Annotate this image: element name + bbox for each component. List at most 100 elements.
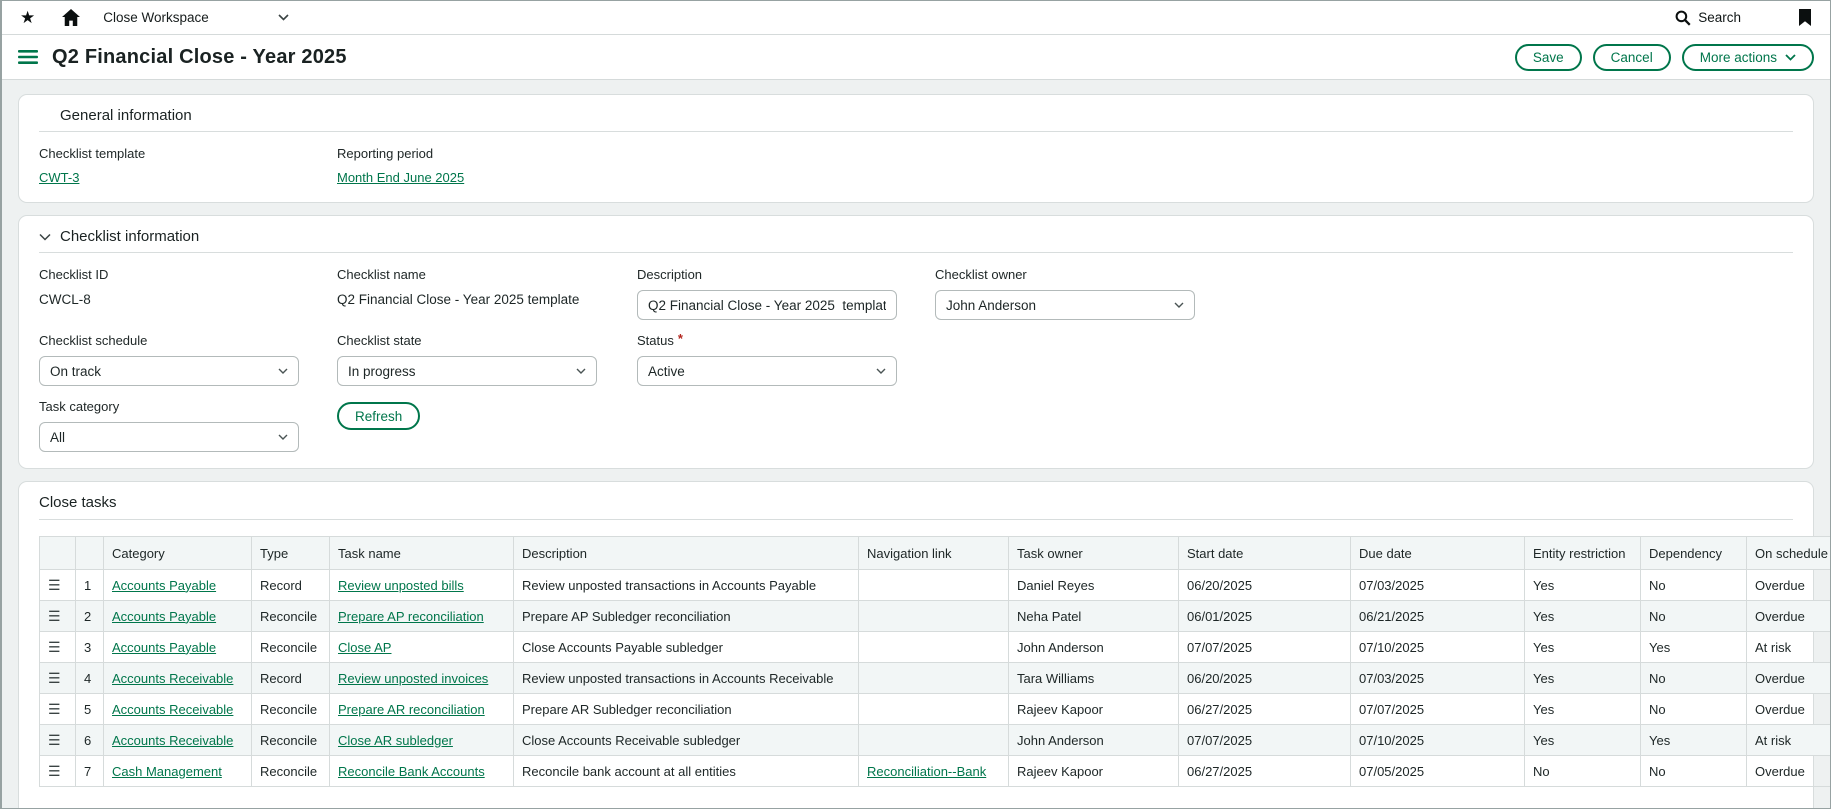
reporting-period-link[interactable]: Month End June 2025 (337, 170, 464, 185)
chevron-down-icon (1785, 54, 1796, 61)
checklist-schedule-value: On track (50, 364, 101, 379)
task-name-link[interactable]: Prepare AP reconciliation (338, 609, 484, 624)
row-number: 2 (76, 601, 104, 632)
workspace-selector[interactable]: Close Workspace (103, 10, 289, 25)
chevron-down-icon (278, 14, 289, 21)
checklist-state-value: In progress (348, 364, 416, 379)
entity-restriction-cell: Yes (1525, 725, 1641, 756)
due-date-cell: 07/07/2025 (1351, 694, 1525, 725)
category-link[interactable]: Accounts Payable (112, 640, 216, 655)
task-name-link[interactable]: Prepare AR reconciliation (338, 702, 485, 717)
description-cell: Prepare AR Subledger reconciliation (514, 694, 859, 725)
collapse-chevron-icon (39, 112, 51, 120)
column-header: Type (252, 537, 330, 570)
description-cell: Review unposted transactions in Accounts… (514, 570, 859, 601)
on-schedule-cell: Overdue (1747, 570, 1831, 601)
start-date-cell: 06/01/2025 (1179, 601, 1351, 632)
category-link[interactable]: Accounts Receivable (112, 671, 233, 686)
task-name-link[interactable]: Review unposted bills (338, 578, 464, 593)
task-name-link[interactable]: Reconcile Bank Accounts (338, 764, 485, 779)
on-schedule-cell: Overdue (1747, 694, 1831, 725)
dependency-cell: No (1641, 756, 1747, 787)
checklist-template-link[interactable]: CWT-3 (39, 170, 79, 185)
drag-handle-icon[interactable]: ☰ (48, 639, 61, 655)
type-cell: Record (252, 663, 330, 694)
drag-handle-icon[interactable]: ☰ (48, 670, 61, 686)
dependency-cell: No (1641, 570, 1747, 601)
due-date-cell: 06/21/2025 (1351, 601, 1525, 632)
column-header: Entity restriction (1525, 537, 1641, 570)
description-input[interactable] (637, 290, 897, 320)
task-name-link[interactable]: Close AR subledger (338, 733, 453, 748)
dependency-cell: Yes (1641, 725, 1747, 756)
home-icon[interactable] (62, 9, 80, 26)
column-header: Description (514, 537, 859, 570)
table-row: ☰ 2 Accounts Payable Reconcile Prepare A… (40, 601, 1831, 632)
task-category-select[interactable]: All (39, 422, 299, 452)
more-actions-button[interactable]: More actions (1682, 44, 1814, 71)
drag-handle-icon[interactable]: ☰ (48, 701, 61, 717)
task-category-value: All (50, 430, 65, 445)
task-owner-cell: John Anderson (1009, 725, 1179, 756)
status-label: Status* (637, 333, 935, 349)
drag-handle-icon[interactable]: ☰ (48, 763, 61, 779)
cancel-button[interactable]: Cancel (1593, 44, 1671, 71)
drag-handle-icon[interactable]: ☰ (48, 577, 61, 593)
favorites-star-icon[interactable]: ★ (20, 9, 35, 26)
task-name-link[interactable]: Review unposted invoices (338, 671, 488, 686)
task-category-field: Task category All (39, 399, 337, 452)
task-owner-cell: Rajeev Kapoor (1009, 756, 1179, 787)
column-header: On schedule (1747, 537, 1831, 570)
drag-handle-icon[interactable]: ☰ (48, 732, 61, 748)
chevron-down-icon (278, 434, 288, 440)
description-label: Description (637, 267, 935, 283)
checklist-id-field: Checklist ID CWCL-8 (39, 267, 337, 320)
checklist-information-form: Checklist ID CWCL-8 Checklist name Q2 Fi… (39, 267, 1793, 452)
entity-restriction-cell: Yes (1525, 601, 1641, 632)
entity-restriction-cell: Yes (1525, 570, 1641, 601)
category-link[interactable]: Accounts Payable (112, 578, 216, 593)
column-header: Due date (1351, 537, 1525, 570)
page-title-bar: Q2 Financial Close - Year 2025 Save Canc… (2, 35, 1830, 80)
checklist-schedule-select[interactable]: On track (39, 356, 299, 386)
row-number: 4 (76, 663, 104, 694)
checklist-state-select[interactable]: In progress (337, 356, 597, 386)
checklist-information-header[interactable]: Checklist information (39, 228, 1793, 253)
category-link[interactable]: Cash Management (112, 764, 222, 779)
on-schedule-cell: At risk (1747, 632, 1831, 663)
page-title: Q2 Financial Close - Year 2025 (52, 46, 347, 69)
row-number: 1 (76, 570, 104, 601)
type-cell: Reconcile (252, 632, 330, 663)
drag-handle-icon[interactable]: ☰ (48, 608, 61, 624)
category-link[interactable]: Accounts Receivable (112, 702, 233, 717)
save-button[interactable]: Save (1515, 44, 1582, 71)
task-owner-cell: Daniel Reyes (1009, 570, 1179, 601)
task-owner-cell: Rajeev Kapoor (1009, 694, 1179, 725)
navigation-link[interactable]: Reconciliation--Bank (867, 764, 986, 779)
type-cell: Record (252, 570, 330, 601)
category-link[interactable]: Accounts Payable (112, 609, 216, 624)
type-cell: Reconcile (252, 694, 330, 725)
status-select[interactable]: Active (637, 356, 897, 386)
chevron-down-icon (876, 368, 886, 374)
refresh-button[interactable]: Refresh (337, 402, 420, 430)
checklist-information-card: Checklist information Checklist ID CWCL-… (18, 215, 1814, 469)
required-asterisk: * (678, 331, 683, 346)
checklist-list-icon[interactable] (18, 49, 39, 65)
checklist-schedule-label: Checklist schedule (39, 333, 337, 349)
category-link[interactable]: Accounts Receivable (112, 733, 233, 748)
task-name-link[interactable]: Close AP (338, 640, 391, 655)
general-information-header[interactable]: General information (39, 107, 1793, 132)
number-column-header (76, 537, 104, 570)
checklist-owner-select[interactable]: John Anderson (935, 290, 1195, 320)
column-header: Start date (1179, 537, 1351, 570)
checklist-owner-label: Checklist owner (935, 267, 1793, 283)
checklist-id-value: CWCL-8 (39, 291, 337, 309)
bookmark-icon[interactable] (1798, 9, 1812, 26)
search-icon (1675, 10, 1691, 26)
checklist-owner-value: John Anderson (946, 298, 1036, 313)
reporting-period-label: Reporting period (337, 146, 637, 162)
row-number: 6 (76, 725, 104, 756)
search-control[interactable]: Search (1675, 10, 1741, 26)
start-date-cell: 06/20/2025 (1179, 570, 1351, 601)
